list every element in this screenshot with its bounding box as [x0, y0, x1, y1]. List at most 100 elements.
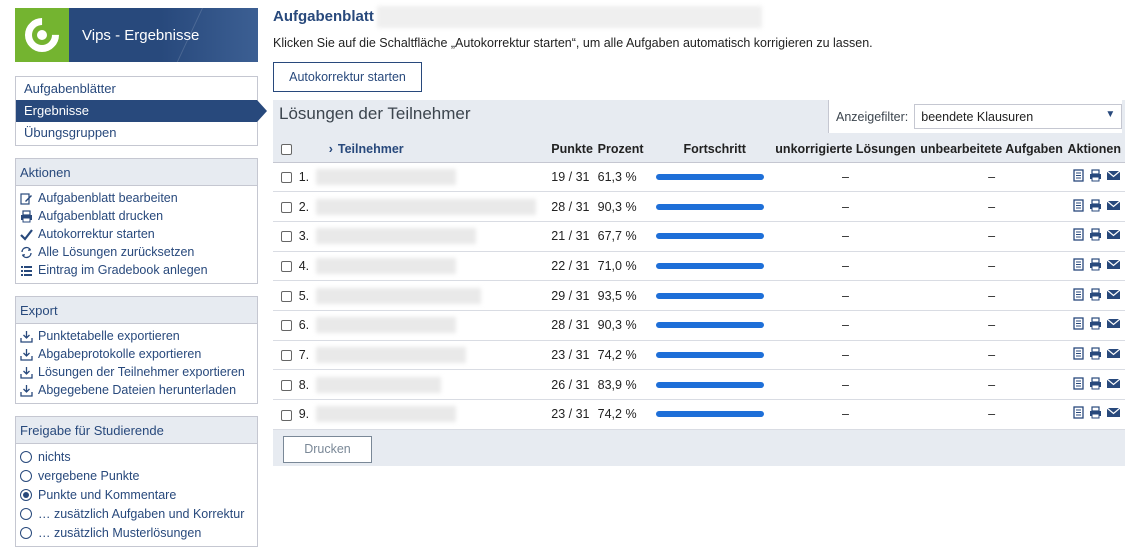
actions-box: Aktionen Aufgabenblatt bearbeiten Aufgab… — [15, 158, 258, 284]
redacted-participant-name[interactable] — [316, 168, 457, 185]
row-points: 28 / 31 — [551, 310, 598, 341]
sidebar-item-uebungsgruppen[interactable]: Übungsgruppen — [16, 122, 257, 144]
document-icon[interactable] — [1072, 347, 1085, 360]
redacted-participant-name[interactable] — [316, 346, 467, 363]
redacted-participant-name[interactable] — [316, 257, 457, 274]
progress-header: Fortschritt — [654, 136, 776, 163]
autocorrect-button[interactable]: Autokorrektur starten — [273, 62, 422, 92]
print-icon[interactable] — [1089, 377, 1102, 390]
document-icon[interactable] — [1072, 169, 1085, 182]
print-button[interactable]: Drucken — [283, 436, 372, 463]
print-icon[interactable] — [1089, 287, 1102, 301]
table-row: 7. 23 / 31 74,2 % – – — [273, 340, 1125, 371]
print-icon[interactable] — [1089, 228, 1102, 241]
print-icon[interactable] — [1089, 198, 1102, 212]
print-icon[interactable] — [1089, 169, 1102, 182]
redacted-participant-name[interactable] — [316, 198, 537, 215]
print-icon — [20, 209, 33, 223]
export-solutions-link[interactable]: Lösungen der Teilnehmer exportieren — [16, 363, 257, 381]
document-icon[interactable] — [1072, 198, 1085, 212]
row-percent: 74,2 % — [597, 340, 655, 371]
release-option-points[interactable]: vergebene Punkte — [16, 466, 257, 485]
progress-bar — [656, 203, 765, 210]
row-checkbox[interactable] — [281, 201, 292, 213]
mail-icon[interactable] — [1106, 406, 1121, 419]
row-uncorrected: – — [775, 340, 916, 371]
release-option-samples[interactable]: … zusätzlich Musterlösungen — [16, 523, 257, 542]
mail-icon[interactable] — [1106, 288, 1121, 301]
uncorrected-header: unkorrigierte Lösungen — [775, 136, 916, 163]
row-checkbox[interactable] — [281, 172, 292, 184]
filter-value: beendete Klausuren — [921, 109, 1034, 124]
mail-icon[interactable] — [1106, 169, 1121, 182]
mail-icon[interactable] — [1106, 347, 1121, 360]
document-icon[interactable] — [1072, 317, 1085, 330]
row-checkbox[interactable] — [281, 409, 292, 421]
edit-sheet-link[interactable]: Aufgabenblatt bearbeiten — [16, 189, 257, 207]
document-icon[interactable] — [1072, 377, 1085, 390]
print-icon[interactable] — [1089, 347, 1102, 360]
redacted-participant-name[interactable] — [316, 228, 477, 245]
row-number: 9. — [298, 399, 317, 430]
points-header: Punkte — [551, 136, 598, 163]
redacted-participant-name[interactable] — [316, 287, 482, 304]
select-all-checkbox[interactable] — [281, 143, 292, 155]
export-points-link[interactable]: Punktetabelle exportieren — [16, 327, 257, 345]
row-uncorrected: – — [775, 399, 916, 430]
document-icon[interactable] — [1072, 228, 1085, 241]
export-icon — [20, 384, 33, 397]
row-number: 5. — [298, 280, 317, 311]
autocorrect-link[interactable]: Autokorrektur starten — [16, 225, 257, 243]
gradebook-link[interactable]: Eintrag im Gradebook anlegen — [16, 261, 257, 279]
unedited-header: unbearbeitete Aufgaben — [915, 136, 1068, 163]
row-checkbox[interactable] — [281, 379, 292, 391]
download-files-link[interactable]: Abgegebene Dateien herunterladen — [16, 381, 257, 399]
row-checkbox[interactable] — [281, 261, 292, 273]
print-icon[interactable] — [1089, 258, 1102, 271]
row-checkbox[interactable] — [281, 231, 292, 243]
row-percent: 67,7 % — [597, 221, 655, 252]
intro-text: Klicken Sie auf die Schaltfläche „Autoko… — [273, 36, 873, 50]
mail-icon[interactable] — [1106, 317, 1121, 330]
release-option-tasks[interactable]: … zusätzlich Aufgaben und Korrektur — [16, 504, 257, 523]
mail-icon[interactable] — [1106, 258, 1121, 271]
print-icon[interactable] — [1089, 317, 1102, 330]
filter-select[interactable]: beendete Klausuren ▼ — [914, 104, 1123, 129]
table-row: 8. 26 / 31 83,9 % – – — [273, 369, 1125, 400]
release-option-comments[interactable]: Punkte und Kommentare — [16, 485, 257, 504]
radio-button[interactable] — [20, 450, 32, 463]
row-checkbox[interactable] — [281, 350, 292, 362]
table-row: 6. 28 / 31 90,3 % – – — [273, 310, 1125, 341]
participant-header[interactable]: › Teilnehmer — [298, 136, 552, 163]
redacted-participant-name[interactable] — [316, 406, 457, 423]
mail-icon[interactable] — [1106, 228, 1121, 241]
row-unedited: – — [915, 340, 1068, 371]
reset-solutions-link[interactable]: Alle Lösungen zurücksetzen — [16, 243, 257, 261]
row-points: 26 / 31 — [551, 369, 598, 400]
row-percent: 90,3 % — [597, 310, 655, 341]
row-checkbox[interactable] — [281, 320, 292, 332]
mail-icon[interactable] — [1106, 377, 1121, 390]
percent-header: Prozent — [597, 136, 655, 163]
document-icon[interactable] — [1072, 406, 1085, 419]
document-icon[interactable] — [1072, 287, 1085, 301]
mail-icon[interactable] — [1106, 199, 1121, 212]
app-title: Vips - Ergebnisse — [82, 26, 200, 44]
document-icon[interactable] — [1072, 258, 1085, 271]
radio-button[interactable] — [20, 507, 32, 520]
sidebar-item-ergebnisse[interactable]: Ergebnisse — [16, 100, 267, 122]
print-sheet-link[interactable]: Aufgabenblatt drucken — [16, 207, 257, 225]
logo-icon[interactable] — [15, 8, 69, 62]
release-box: Freigabe für Studierende nichts vergeben… — [15, 416, 258, 547]
release-option-nothing[interactable]: nichts — [16, 447, 257, 466]
radio-button[interactable] — [20, 526, 32, 539]
redacted-participant-name[interactable] — [316, 376, 442, 393]
page-title: Aufgabenblatt — [273, 8, 374, 25]
redacted-participant-name[interactable] — [316, 317, 457, 334]
sidebar-item-aufgabenblaetter[interactable]: Aufgabenblätter — [16, 78, 257, 100]
row-checkbox[interactable] — [281, 290, 292, 302]
radio-button-selected[interactable] — [20, 488, 32, 501]
export-logs-link[interactable]: Abgabeprotokolle exportieren — [16, 345, 257, 363]
print-icon[interactable] — [1089, 406, 1102, 419]
radio-button[interactable] — [20, 469, 32, 482]
